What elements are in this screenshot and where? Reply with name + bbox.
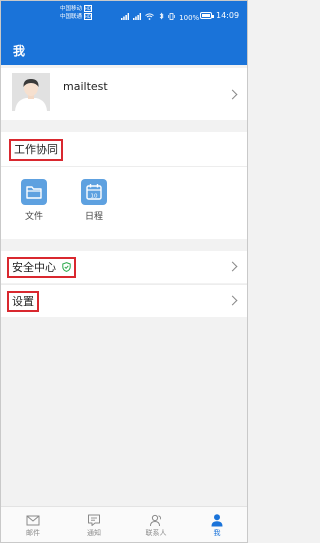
folder-icon [21,179,47,205]
tab-contacts[interactable]: 联系人 [131,507,181,542]
chevron-right-icon [227,261,238,272]
security-center-label: 安全中心 [7,257,76,278]
profile-card[interactable]: mailtest [1,68,247,120]
page-title: 我 [13,44,26,58]
carrier-info: 中国移动 HD 中国联通 HD [60,5,92,21]
shield-check-icon [61,260,71,277]
screen: 中国移动 HD 中国联通 HD 100% 14:09 我 mailtest 工作… [0,0,248,543]
person-icon [210,512,224,527]
signal-icon [133,13,143,22]
tab-label: 通知 [87,529,101,537]
tab-notifications[interactable]: 通知 [69,507,119,542]
tab-label: 我 [213,529,221,537]
hd-icon: HD [83,5,92,12]
calendar-badge: 10 [91,193,98,199]
app-header: 中国移动 HD 中国联通 HD 100% 14:09 我 [1,1,247,65]
avatar [12,73,50,111]
row-label-text: 安全中心 [12,261,56,274]
calendar-icon: 10 [81,179,107,205]
bluetooth-icon [159,12,166,22]
contacts-icon [149,512,163,527]
settings-label: 设置 [7,291,39,312]
signal-icon [121,13,131,22]
status-icons: 100% [121,12,201,22]
tab-mail[interactable]: 邮件 [8,507,58,542]
battery-icon [200,12,214,19]
chevron-right-icon [227,295,238,306]
work-collaboration-section: 工作协同 文件 10 日程 [1,132,247,239]
tab-label: 邮件 [26,529,40,537]
vibrate-icon [168,13,177,22]
carrier-label: 中国联通 [60,14,83,20]
wifi-icon [145,13,156,22]
battery-percent: 100% [179,14,200,22]
tab-label: 联系人 [145,529,167,537]
status-time: 14:09 [216,11,240,20]
app-label: 日程 [84,212,103,222]
bottom-tab-bar: 邮件 通知 联系人 我 [1,506,247,542]
username: mailtest [63,80,108,93]
divider [1,166,247,167]
chevron-right-icon [227,89,238,100]
security-center-row[interactable]: 安全中心 [1,251,247,283]
section-title: 工作协同 [9,139,63,161]
hd-icon: HD [83,13,92,20]
tab-me[interactable]: 我 [192,507,242,542]
app-label: 文件 [24,212,43,222]
carrier-label: 中国移动 [60,6,83,12]
settings-row[interactable]: 设置 [1,285,247,317]
notification-icon [87,512,101,526]
mail-icon [26,512,40,526]
status-bar: 中国移动 HD 中国联通 HD 100% 14:09 [1,1,247,31]
